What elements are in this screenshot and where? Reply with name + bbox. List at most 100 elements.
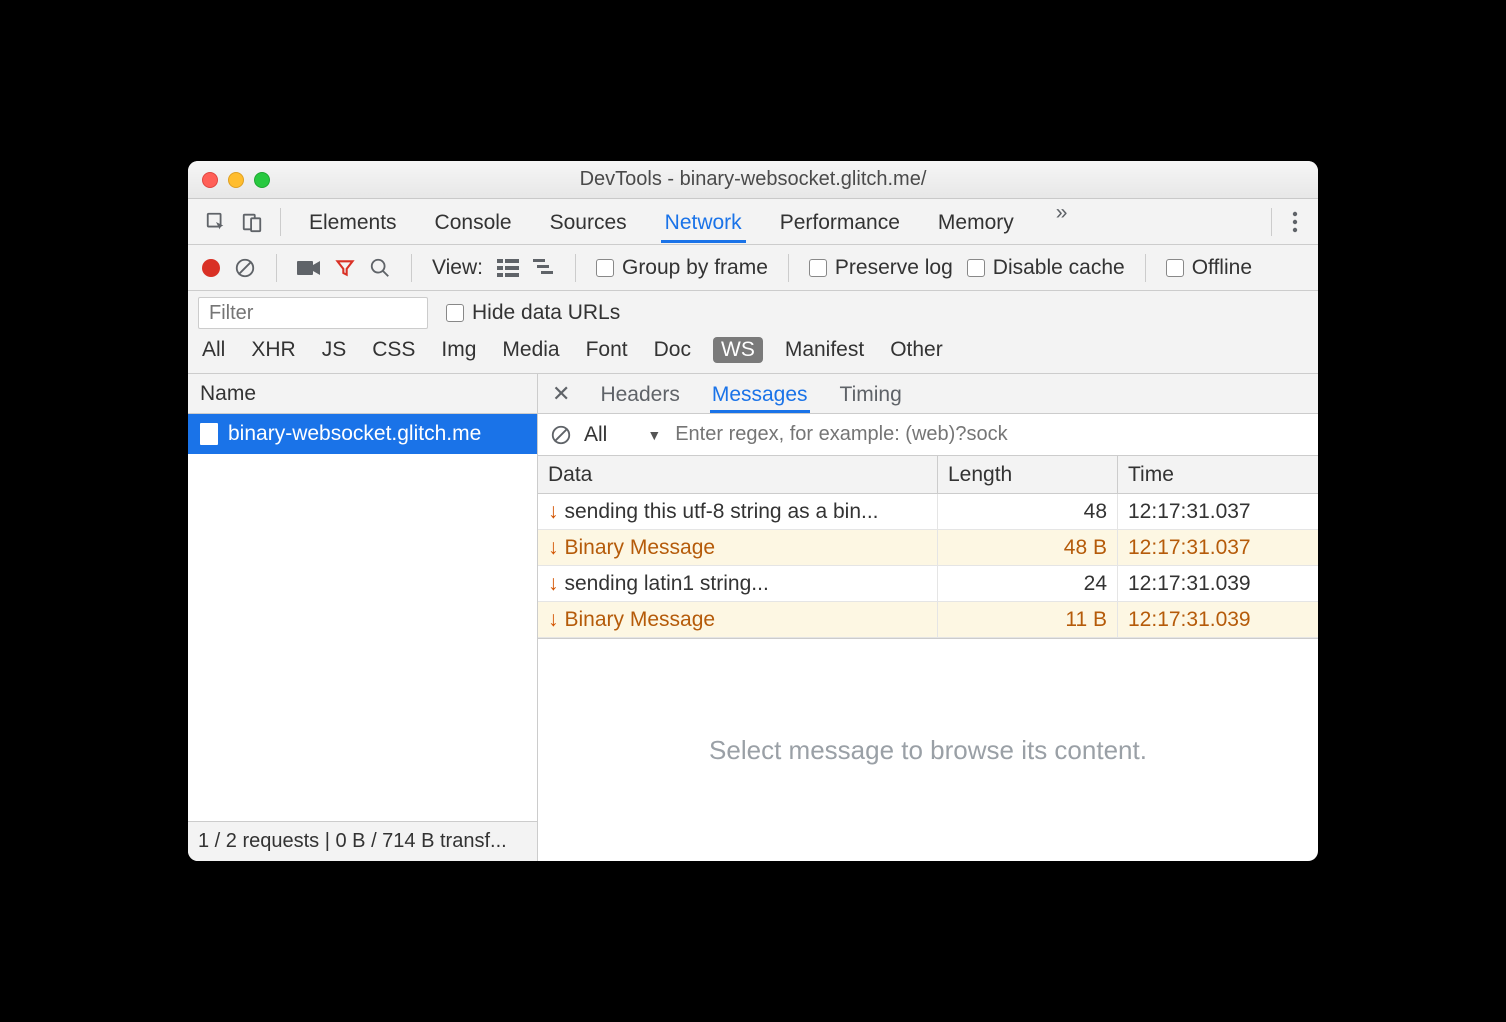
filter-all[interactable]: All: [198, 337, 229, 363]
message-row[interactable]: ↓sending latin1 string... 24 12:17:31.03…: [538, 566, 1318, 602]
filter-other[interactable]: Other: [886, 337, 947, 363]
tab-elements[interactable]: Elements: [305, 201, 401, 243]
details-pane: ✕ Headers Messages Timing All ▼ Data Len…: [538, 374, 1318, 861]
request-row[interactable]: binary-websocket.glitch.me: [188, 414, 537, 454]
tab-headers[interactable]: Headers: [598, 375, 681, 413]
status-bar: 1 / 2 requests | 0 B / 714 B transf...: [188, 821, 537, 861]
clear-icon[interactable]: [234, 257, 256, 279]
tab-memory[interactable]: Memory: [934, 201, 1018, 243]
message-row[interactable]: ↓Binary Message 48 B 12:17:31.037: [538, 530, 1318, 566]
hide-data-urls-label: Hide data URLs: [472, 301, 620, 325]
filter-font[interactable]: Font: [582, 337, 632, 363]
message-time: 12:17:31.037: [1118, 530, 1318, 565]
offline-checkbox[interactable]: Offline: [1166, 256, 1252, 280]
arrow-down-icon: ↓: [548, 536, 559, 560]
col-length[interactable]: Length: [938, 456, 1118, 493]
col-time[interactable]: Time: [1118, 456, 1318, 493]
checkbox-icon: [596, 259, 614, 277]
checkbox-icon: [446, 304, 464, 322]
separator: [575, 254, 576, 282]
group-by-frame-label: Group by frame: [622, 256, 768, 280]
zoom-window-button[interactable]: [254, 172, 270, 188]
record-button[interactable]: [202, 259, 220, 277]
arrow-down-icon: ↓: [548, 608, 559, 632]
tab-performance[interactable]: Performance: [776, 201, 904, 243]
filter-img[interactable]: Img: [437, 337, 480, 363]
filter-row: Hide data URLs: [188, 291, 1318, 329]
message-data: sending latin1 string...: [565, 572, 769, 596]
preserve-log-checkbox[interactable]: Preserve log: [809, 256, 953, 280]
close-icon[interactable]: ✕: [552, 381, 570, 407]
offline-label: Offline: [1192, 256, 1252, 280]
direction-filter-dropdown[interactable]: All ▼: [584, 423, 661, 447]
regex-input[interactable]: [673, 422, 1306, 447]
message-placeholder: Select message to browse its content.: [538, 639, 1318, 861]
group-by-frame-checkbox[interactable]: Group by frame: [596, 256, 768, 280]
separator: [411, 254, 412, 282]
checkbox-icon: [1166, 259, 1184, 277]
close-window-button[interactable]: [202, 172, 218, 188]
traffic-lights: [202, 172, 270, 188]
message-row[interactable]: ↓sending this utf-8 string as a bin... 4…: [538, 494, 1318, 530]
col-data[interactable]: Data: [538, 456, 938, 493]
waterfall-icon[interactable]: [533, 259, 555, 277]
message-length: 48 B: [938, 530, 1118, 565]
hide-data-urls-checkbox[interactable]: Hide data URLs: [446, 301, 620, 325]
camera-icon[interactable]: [297, 259, 321, 277]
name-column-header[interactable]: Name: [188, 374, 537, 414]
tab-console[interactable]: Console: [431, 201, 516, 243]
type-filters: All XHR JS CSS Img Media Font Doc WS Man…: [188, 329, 1318, 374]
filter-doc[interactable]: Doc: [650, 337, 695, 363]
minimize-window-button[interactable]: [228, 172, 244, 188]
message-time: 12:17:31.039: [1118, 602, 1318, 637]
titlebar: DevTools - binary-websocket.glitch.me/: [188, 161, 1318, 199]
message-length: 24: [938, 566, 1118, 601]
request-name: binary-websocket.glitch.me: [228, 422, 481, 446]
filter-funnel-icon[interactable]: [335, 258, 355, 278]
messages-rows: ↓sending this utf-8 string as a bin... 4…: [538, 494, 1318, 639]
tab-sources[interactable]: Sources: [546, 201, 631, 243]
tab-timing[interactable]: Timing: [838, 375, 904, 413]
large-rows-icon[interactable]: [497, 259, 519, 277]
checkbox-icon: [809, 259, 827, 277]
message-length: 11 B: [938, 602, 1118, 637]
messages-grid-header: Data Length Time: [538, 456, 1318, 494]
message-length: 48: [938, 494, 1118, 529]
disable-cache-checkbox[interactable]: Disable cache: [967, 256, 1125, 280]
search-icon[interactable]: [369, 257, 391, 279]
body-split: Name binary-websocket.glitch.me 1 / 2 re…: [188, 374, 1318, 861]
message-time: 12:17:31.037: [1118, 494, 1318, 529]
main-tabs: Elements Console Sources Network Perform…: [305, 201, 1257, 243]
tab-network[interactable]: Network: [661, 201, 746, 243]
messages-toolbar: All ▼: [538, 414, 1318, 456]
message-data: sending this utf-8 string as a bin...: [565, 500, 879, 524]
kebab-menu-icon[interactable]: [1286, 211, 1304, 233]
filter-manifest[interactable]: Manifest: [781, 337, 868, 363]
inspect-icon[interactable]: [202, 208, 230, 236]
devtools-window: DevTools - binary-websocket.glitch.me/ E…: [188, 161, 1318, 861]
more-tabs-icon[interactable]: »: [1056, 201, 1068, 243]
filter-input[interactable]: [198, 297, 428, 329]
message-time: 12:17:31.039: [1118, 566, 1318, 601]
filter-xhr[interactable]: XHR: [247, 337, 299, 363]
chevron-down-icon: ▼: [647, 427, 661, 443]
tab-messages[interactable]: Messages: [710, 375, 810, 413]
file-icon: [200, 423, 218, 445]
device-toggle-icon[interactable]: [238, 208, 266, 236]
requests-spacer: [188, 454, 537, 821]
disable-cache-label: Disable cache: [993, 256, 1125, 280]
main-tabs-row: Elements Console Sources Network Perform…: [188, 199, 1318, 245]
view-label: View:: [432, 256, 483, 280]
filter-media[interactable]: Media: [498, 337, 563, 363]
checkbox-icon: [967, 259, 985, 277]
preserve-log-label: Preserve log: [835, 256, 953, 280]
message-row[interactable]: ↓Binary Message 11 B 12:17:31.039: [538, 602, 1318, 638]
filter-ws[interactable]: WS: [713, 337, 763, 363]
message-data: Binary Message: [565, 536, 716, 560]
message-data: Binary Message: [565, 608, 716, 632]
filter-css[interactable]: CSS: [368, 337, 419, 363]
separator: [280, 208, 281, 236]
network-toolbar: View: Group by frame Preserve log Disabl…: [188, 245, 1318, 291]
clear-messages-icon[interactable]: [550, 424, 572, 446]
filter-js[interactable]: JS: [318, 337, 351, 363]
